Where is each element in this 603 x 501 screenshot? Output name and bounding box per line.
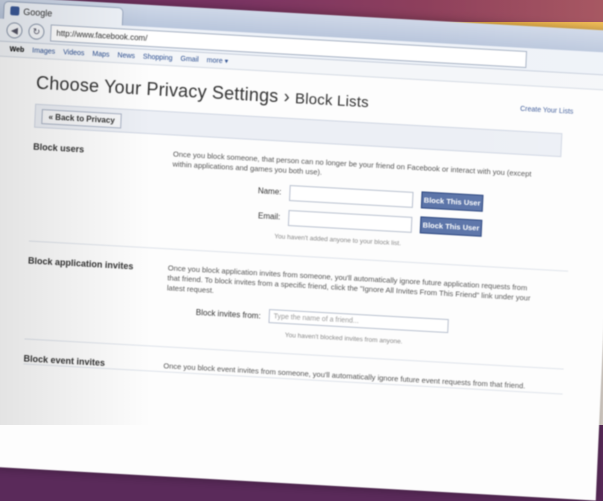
- name-label: Name:: [257, 186, 282, 197]
- block-users-label: Block users: [32, 141, 85, 155]
- reload-icon[interactable]: ↻: [28, 23, 45, 41]
- page-content: Create Your Lists Choose Your Privacy Se…: [0, 56, 603, 397]
- name-input[interactable]: [289, 184, 414, 208]
- favicon-icon: [10, 6, 20, 16]
- email-input[interactable]: [287, 209, 413, 233]
- bookmark-link[interactable]: Videos: [63, 49, 85, 57]
- bookmark-link[interactable]: Images: [32, 47, 55, 55]
- bookmark-link[interactable]: Maps: [92, 50, 109, 58]
- back-to-privacy-button[interactable]: « Back to Privacy: [41, 108, 123, 129]
- bookmark-link[interactable]: more ▾: [207, 56, 229, 65]
- block-by-name-button[interactable]: Block This User: [420, 191, 484, 212]
- address-bar-url: http://www.facebook.com/: [56, 28, 148, 43]
- page-title-sub: Block Lists: [294, 90, 370, 112]
- page-title-main: Choose Your Privacy Settings: [35, 72, 279, 107]
- block-event-invites-label: Block event invites: [23, 353, 106, 368]
- bookmark-link[interactable]: Shopping: [143, 53, 173, 62]
- block-invites-label: Block invites from:: [195, 307, 261, 321]
- block-by-email-button[interactable]: Block This User: [419, 216, 483, 237]
- tab-title: Google: [23, 6, 53, 18]
- block-app-invites-label: Block application invites: [27, 255, 134, 272]
- block-invites-input[interactable]: Type the name of a friend...: [268, 309, 449, 334]
- email-label: Email:: [257, 211, 281, 222]
- browser-window: Google ◀ ↻ http://www.facebook.com/ Web …: [0, 0, 603, 501]
- back-arrow-icon[interactable]: ◀: [6, 21, 23, 39]
- bookmark-link[interactable]: News: [117, 52, 135, 60]
- title-separator: ›: [283, 86, 291, 107]
- bookmark-link[interactable]: Gmail: [180, 55, 199, 63]
- bookmark-link[interactable]: Web: [9, 46, 24, 54]
